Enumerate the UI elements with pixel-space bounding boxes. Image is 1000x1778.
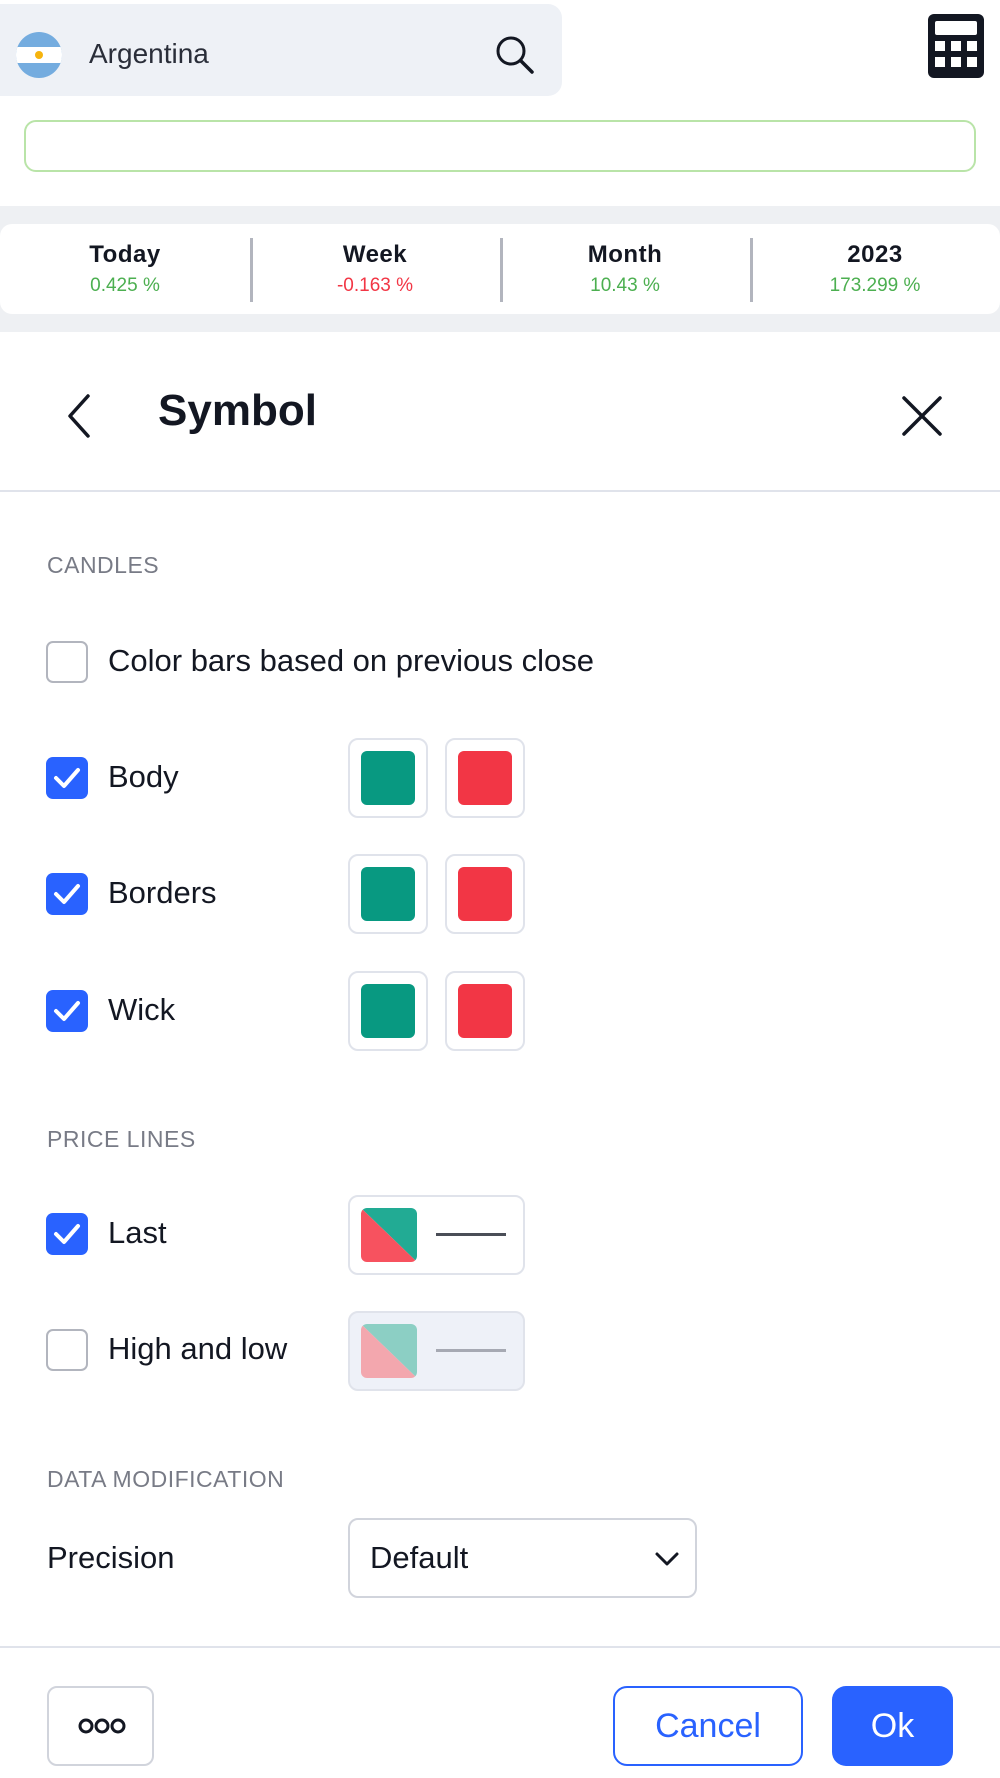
close-icon[interactable] [896,390,948,442]
line-style-preview [436,1233,506,1236]
two-color-swatch-icon [361,1324,417,1378]
wick-checkbox[interactable] [46,990,88,1032]
checkmark-icon [54,884,80,904]
color-prev-close-label: Color bars based on previous close [108,643,594,678]
checkmark-icon [54,1224,80,1244]
section-title-data-modification: DATA MODIFICATION [47,1466,285,1492]
highlighted-input-field[interactable] [24,120,976,172]
stat-today: Today 0.425 % [0,224,250,314]
high-low-line-style-button[interactable] [348,1311,525,1391]
last-price-line-label: Last [108,1215,167,1250]
wick-up-color-button[interactable] [348,971,428,1051]
stat-label: 2023 [847,241,903,268]
line-style-preview [436,1349,506,1352]
ok-button[interactable]: Ok [832,1686,953,1766]
cancel-button[interactable]: Cancel [613,1686,803,1766]
body-down-color-button[interactable] [445,738,525,818]
body-checkbox[interactable] [46,757,88,799]
high-low-checkbox[interactable] [46,1329,88,1371]
argentina-flag-icon [16,32,62,78]
stat-week: Week -0.163 % [250,224,500,314]
stat-label: Today [89,241,161,268]
checkmark-icon [54,768,80,788]
chevron-down-icon [655,1552,679,1566]
borders-down-color-button[interactable] [445,854,525,934]
chevron-left-icon[interactable] [58,386,102,446]
body-label: Body [108,759,179,794]
precision-value: Default [370,1540,469,1575]
stat-value: 0.425 % [90,275,160,296]
color-prev-close-checkbox[interactable] [46,641,88,683]
footer-divider [0,1646,1000,1648]
checkmark-icon [54,1001,80,1021]
calculator-icon[interactable] [926,12,986,80]
last-price-line-checkbox[interactable] [46,1213,88,1255]
borders-checkbox[interactable] [46,873,88,915]
stat-label: Month [587,241,663,268]
borders-up-color-button[interactable] [348,854,428,934]
stat-label: Week [342,241,408,268]
more-options-button[interactable] [47,1686,154,1766]
precision-select[interactable]: Default [348,1518,697,1598]
wick-down-color-button[interactable] [445,971,525,1051]
performance-stats: Today 0.425 % Week -0.163 % Month 10.43 … [0,224,1000,314]
stat-month: Month 10.43 % [500,224,750,314]
country-name: Argentina [89,38,209,69]
dialog-title: Symbol [158,386,317,435]
borders-label: Borders [108,875,217,910]
two-color-swatch-icon [361,1208,417,1262]
wick-label: Wick [108,992,176,1027]
high-low-label: High and low [108,1331,288,1366]
more-dots-icon [78,1718,126,1734]
country-search-box[interactable]: Argentina [0,4,562,96]
section-title-candles: CANDLES [47,552,160,578]
stat-value: -0.163 % [336,275,414,296]
search-icon[interactable] [492,32,538,78]
stat-year: 2023 173.299 % [750,224,1000,314]
precision-label: Precision [47,1540,175,1575]
stat-value: 173.299 % [829,275,921,296]
body-up-color-button[interactable] [348,738,428,818]
dialog-header: Symbol [0,350,1000,492]
last-price-line-style-button[interactable] [348,1195,525,1275]
stat-value: 10.43 % [590,275,660,296]
section-title-price-lines: PRICE LINES [47,1126,196,1152]
